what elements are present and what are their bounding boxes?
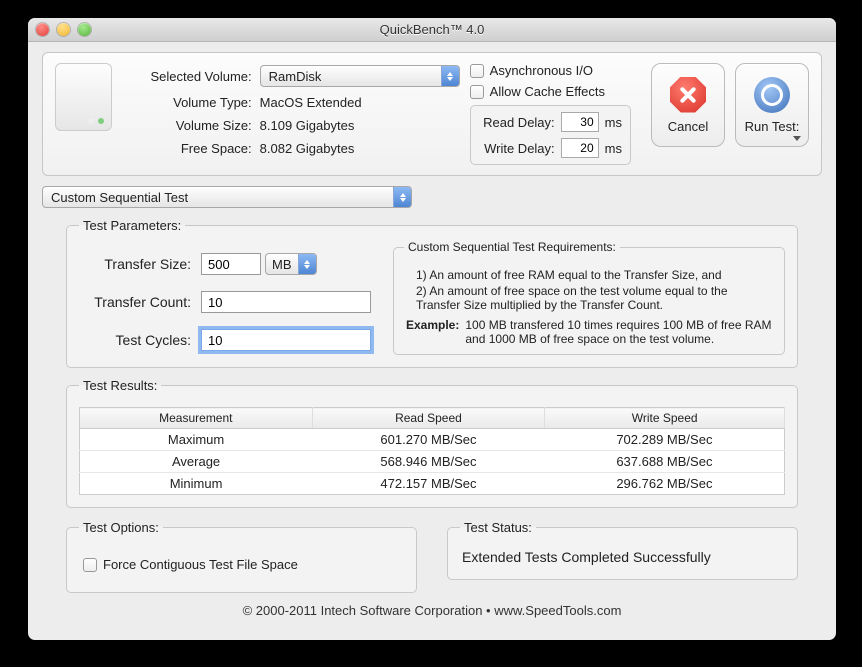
table-row: Minimum472.157 MB/Sec296.762 MB/Sec — [80, 473, 785, 495]
run-label: Run Test: — [745, 119, 800, 134]
delay-box: Read Delay: ms Write Delay: ms — [470, 105, 631, 165]
write-delay-input[interactable] — [561, 138, 599, 158]
transfer-size-input[interactable] — [201, 253, 261, 275]
drive-icon — [55, 63, 112, 131]
force-contiguous-checkbox[interactable] — [83, 558, 97, 572]
selected-volume-select[interactable]: RamDisk — [260, 65, 460, 87]
read-delay-input[interactable] — [561, 112, 599, 132]
cache-effects-label: Allow Cache Effects — [490, 84, 605, 99]
test-status-legend: Test Status: — [460, 520, 536, 535]
table-row: Average568.946 MB/Sec637.688 MB/Sec — [80, 451, 785, 473]
volume-type-label: Volume Type: — [130, 95, 260, 110]
col-write-speed: Write Speed — [545, 408, 785, 429]
footer-text: © 2000-2011 Intech Software Corporation … — [42, 603, 822, 618]
selected-volume-value: RamDisk — [269, 69, 435, 84]
chevron-updown-icon — [298, 254, 316, 274]
transfer-count-input[interactable] — [201, 291, 371, 313]
cancel-button[interactable]: Cancel — [651, 63, 725, 147]
transfer-count-label: Transfer Count: — [83, 294, 201, 310]
test-cycles-input[interactable] — [201, 329, 371, 351]
cache-effects-checkbox[interactable] — [470, 85, 484, 99]
app-window: QuickBench™ 4.0 Selected Volume: RamDisk… — [28, 18, 836, 640]
test-status-text: Extended Tests Completed Successfully — [460, 545, 785, 569]
free-space-value: 8.082 Gigabytes — [260, 141, 355, 156]
test-cycles-label: Test Cycles: — [83, 332, 201, 348]
table-row: Maximum601.270 MB/Sec702.289 MB/Sec — [80, 429, 785, 451]
write-delay-label: Write Delay: — [479, 141, 561, 156]
force-contiguous-label: Force Contiguous Test File Space — [103, 557, 298, 572]
selected-volume-label: Selected Volume: — [130, 69, 260, 84]
stopwatch-icon — [754, 77, 790, 113]
chevron-updown-icon — [441, 66, 459, 86]
test-parameters-legend: Test Parameters: — [79, 218, 185, 233]
example-label: Example: — [406, 318, 459, 346]
ms-label-2: ms — [605, 141, 622, 156]
test-options-legend: Test Options: — [79, 520, 163, 535]
test-results-group: Test Results: Measurement Read Speed Wri… — [66, 378, 798, 508]
titlebar[interactable]: QuickBench™ 4.0 — [28, 18, 836, 42]
volume-panel: Selected Volume: RamDisk Volume Type: Ma… — [42, 52, 822, 176]
test-results-legend: Test Results: — [79, 378, 161, 393]
requirement-2: 2) An amount of free space on the test v… — [416, 284, 772, 312]
results-table: Measurement Read Speed Write Speed Maxim… — [79, 407, 785, 495]
test-mode-select[interactable]: Custom Sequential Test — [42, 186, 412, 208]
test-options-group: Test Options: Force Contiguous Test File… — [66, 520, 417, 593]
volume-size-label: Volume Size: — [130, 118, 260, 133]
free-space-label: Free Space: — [130, 141, 260, 156]
run-test-button[interactable]: Run Test: — [735, 63, 809, 147]
transfer-size-label: Transfer Size: — [83, 256, 201, 272]
ms-label: ms — [605, 115, 622, 130]
chevron-down-icon — [793, 136, 801, 141]
cancel-icon — [670, 77, 706, 113]
cancel-label: Cancel — [668, 119, 708, 134]
requirements-box: Custom Sequential Test Requirements: 1) … — [393, 247, 785, 355]
requirement-1: 1) An amount of free RAM equal to the Tr… — [416, 268, 772, 282]
volume-size-value: 8.109 Gigabytes — [260, 118, 355, 133]
col-read-speed: Read Speed — [312, 408, 545, 429]
transfer-size-unit-value: MB — [272, 257, 292, 272]
chevron-updown-icon — [393, 187, 411, 207]
test-mode-value: Custom Sequential Test — [51, 190, 387, 205]
read-delay-label: Read Delay: — [479, 115, 561, 130]
window-title: QuickBench™ 4.0 — [28, 22, 836, 37]
example-text: 100 MB transfered 10 times requires 100 … — [465, 318, 772, 346]
async-io-checkbox[interactable] — [470, 64, 484, 78]
col-measurement: Measurement — [80, 408, 313, 429]
volume-type-value: MacOS Extended — [260, 95, 362, 110]
async-io-label: Asynchronous I/O — [490, 63, 593, 78]
test-status-group: Test Status: Extended Tests Completed Su… — [447, 520, 798, 580]
requirements-title: Custom Sequential Test Requirements: — [404, 240, 620, 254]
transfer-size-unit-select[interactable]: MB — [265, 253, 317, 275]
test-parameters-group: Test Parameters: Transfer Size: MB — [66, 218, 798, 368]
